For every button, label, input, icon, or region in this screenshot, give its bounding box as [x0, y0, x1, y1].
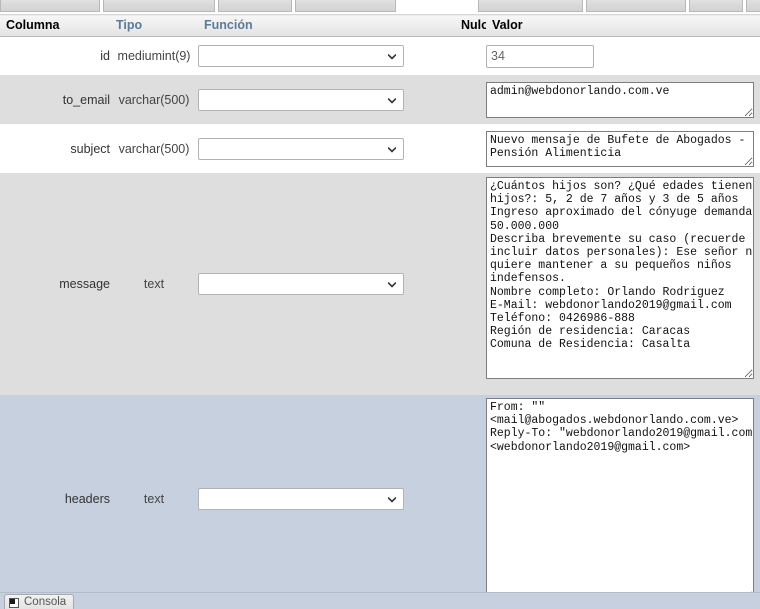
cell-value: Nuevo mensaje de Bufete de Abogados - Pe… [486, 124, 760, 173]
cell-column-type: varchar(500) [110, 124, 198, 173]
cell-column-name: to_email [0, 75, 110, 124]
function-select-to-email[interactable] [198, 88, 404, 111]
header-tipo[interactable]: Tipo [110, 14, 198, 37]
header-funcion[interactable]: Función [198, 14, 455, 37]
console-toggle-button[interactable]: Consola [4, 594, 75, 609]
cell-column-type: text [110, 395, 198, 603]
console-icon [9, 597, 19, 608]
cell-null [455, 173, 486, 395]
cell-value: admin@webdonorlando.com.ve [486, 75, 760, 124]
value-textarea-message[interactable]: ¿Cuántos hijos son? ¿Qué edades tienen l… [486, 177, 754, 379]
cell-value [486, 36, 760, 75]
toolbar-stub-8[interactable] [746, 0, 760, 12]
toolbar-stub-3[interactable] [218, 0, 292, 12]
cell-value: ¿Cuántos hijos son? ¿Qué edades tienen l… [486, 173, 760, 395]
console-label: Consola [24, 596, 67, 608]
function-select-wrap [198, 273, 404, 295]
function-select-headers[interactable] [198, 488, 404, 510]
table-body: id mediumint(9) 34 to_email varchar(500)… [0, 36, 760, 603]
table-row: message text ¿Cuántos hijos son? ¿Qué ed… [0, 173, 760, 395]
function-select-subject[interactable] [198, 137, 404, 160]
phpmyadmin-edit-row-page: Columna Tipo Función Nulo Valor id mediu… [0, 0, 760, 609]
toolbar-stub-2[interactable] [103, 0, 215, 12]
cell-function [198, 173, 455, 395]
value-textarea-headers[interactable]: From: "" <mail@abogados.webdonorlando.co… [486, 398, 754, 601]
toolbar-stub-1[interactable] [0, 0, 100, 12]
table-row: subject varchar(500) Nuevo mensaje de Bu… [0, 124, 760, 173]
function-select-wrap [198, 137, 404, 160]
cell-column-name: id [0, 36, 110, 75]
cell-function [198, 36, 455, 75]
table-row: id mediumint(9) [0, 36, 760, 75]
cell-column-name: headers [0, 395, 110, 603]
cell-null [455, 124, 486, 173]
header-valor[interactable]: Valor [486, 14, 760, 37]
cell-function [198, 395, 455, 603]
table-header-row: Columna Tipo Función Nulo Valor [0, 14, 760, 37]
table-row: to_email varchar(500) admin@webdonorland… [0, 75, 760, 124]
toolbar-stub-6[interactable] [586, 0, 686, 12]
toolbar-stub-4[interactable] [295, 0, 396, 12]
header-nulo[interactable]: Nulo [455, 14, 486, 37]
function-select-wrap [198, 88, 404, 111]
toolbar-stub-7[interactable] [689, 0, 743, 12]
console-bar: Consola [0, 592, 760, 609]
cell-function [198, 75, 455, 124]
value-input-id[interactable] [486, 44, 594, 68]
cell-null [455, 36, 486, 75]
table-row: headers text From: "" <mail@abogados.web… [0, 395, 760, 603]
insert-edit-table: Columna Tipo Función Nulo Valor id mediu… [0, 14, 760, 603]
function-select-message[interactable] [198, 273, 404, 295]
cell-null [455, 395, 486, 603]
function-select-wrap [198, 488, 404, 510]
cell-column-type: text [110, 173, 198, 395]
cell-column-type: mediumint(9) [110, 36, 198, 75]
cell-column-name: subject [0, 124, 110, 173]
cell-function [198, 124, 455, 173]
header-columna[interactable]: Columna [0, 14, 110, 37]
value-textarea-subject[interactable]: Nuevo mensaje de Bufete de Abogados - Pe… [486, 130, 754, 167]
cell-value: From: "" <mail@abogados.webdonorlando.co… [486, 395, 760, 603]
function-select-wrap [198, 45, 404, 67]
toolbar-stub-5[interactable] [478, 0, 583, 12]
function-select-id[interactable] [198, 45, 404, 67]
value-textarea-to-email[interactable]: admin@webdonorlando.com.ve [486, 81, 754, 118]
cell-column-type: varchar(500) [110, 75, 198, 124]
top-toolbar-strip [0, 0, 760, 14]
cell-null [455, 75, 486, 124]
cell-column-name: message [0, 173, 110, 395]
